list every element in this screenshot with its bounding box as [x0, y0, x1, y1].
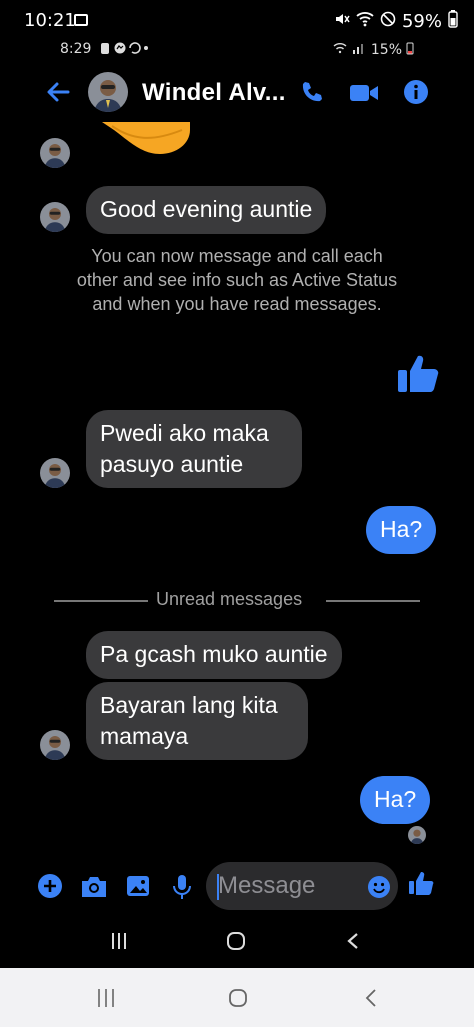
- outer-battery-text: 59%: [401, 11, 442, 32]
- message-bubble-sent[interactable]: Ha?: [360, 776, 431, 824]
- unread-divider-label: Unread messages: [156, 589, 303, 609]
- wifi-icon: [356, 11, 374, 32]
- message-bubble-received[interactable]: Bayaran lang kita mamaya: [86, 682, 308, 760]
- inner-signal-icon: [333, 41, 367, 59]
- inner-navigation-bar: [0, 918, 474, 964]
- thumbs-up-send-icon[interactable]: [408, 870, 434, 901]
- message-bubble-received[interactable]: Good evening auntie: [86, 186, 327, 234]
- contact-name[interactable]: Windel Alv...: [142, 79, 286, 107]
- home-icon[interactable]: [226, 931, 246, 956]
- battery-icon: [448, 10, 458, 33]
- video-call-icon[interactable]: [349, 82, 379, 104]
- outer-status-right: 59%: [334, 10, 458, 33]
- back-icon[interactable]: [346, 932, 360, 955]
- sticker-partial[interactable]: [102, 122, 190, 154]
- emoji-icon[interactable]: [368, 876, 390, 898]
- recents-icon[interactable]: [110, 932, 128, 955]
- thumbs-up-icon[interactable]: [396, 352, 440, 396]
- chat-header: Windel Alv...: [0, 64, 474, 122]
- seen-receipt-avatar: [408, 826, 426, 844]
- message-bubble-received[interactable]: Pa gcash muko auntie: [86, 631, 342, 679]
- camera-icon[interactable]: [80, 874, 108, 903]
- inner-notification-icons: [100, 41, 162, 59]
- message-field[interactable]: [206, 862, 398, 910]
- phone-call-icon[interactable]: [300, 80, 324, 104]
- microphone-icon[interactable]: [172, 874, 192, 905]
- do-not-disturb-icon: [380, 11, 396, 32]
- back-arrow-icon[interactable]: [44, 78, 72, 106]
- contact-avatar-small[interactable]: [40, 138, 70, 168]
- system-notice: You can now message and call each other …: [76, 246, 398, 314]
- contact-avatar[interactable]: [88, 72, 128, 112]
- inner-clock: 8:29: [60, 41, 92, 57]
- inner-status-right: 15%: [333, 41, 414, 59]
- contact-avatar-small[interactable]: [40, 202, 70, 232]
- outer-navigation-bar: [0, 968, 474, 1027]
- mute-icon: [334, 11, 350, 32]
- message-bubble-sent[interactable]: Ha?: [366, 506, 437, 554]
- contact-avatar-small[interactable]: [40, 458, 70, 488]
- back-icon[interactable]: [364, 988, 378, 1013]
- divider-line-right: [326, 600, 420, 602]
- outer-clock: 10:21: [24, 10, 76, 31]
- outer-status-bar: 10:21 59%: [0, 0, 474, 40]
- gallery-notification-icon: [74, 14, 88, 26]
- message-bubble-received[interactable]: Pwedi ako maka pasuyo auntie: [86, 410, 302, 488]
- contact-avatar-small[interactable]: [40, 730, 70, 760]
- plus-icon[interactable]: [38, 874, 62, 903]
- gallery-icon[interactable]: [126, 874, 150, 903]
- inner-battery-icon: [406, 41, 414, 59]
- home-icon[interactable]: [228, 988, 248, 1013]
- recents-icon[interactable]: [96, 988, 116, 1013]
- message-composer: [0, 858, 474, 914]
- inner-status-bar: 8:29 15%: [0, 40, 474, 64]
- inner-battery-text: 15%: [370, 42, 402, 58]
- divider-line-left: [54, 600, 148, 602]
- message-input[interactable]: [218, 862, 358, 910]
- info-icon[interactable]: [404, 80, 428, 104]
